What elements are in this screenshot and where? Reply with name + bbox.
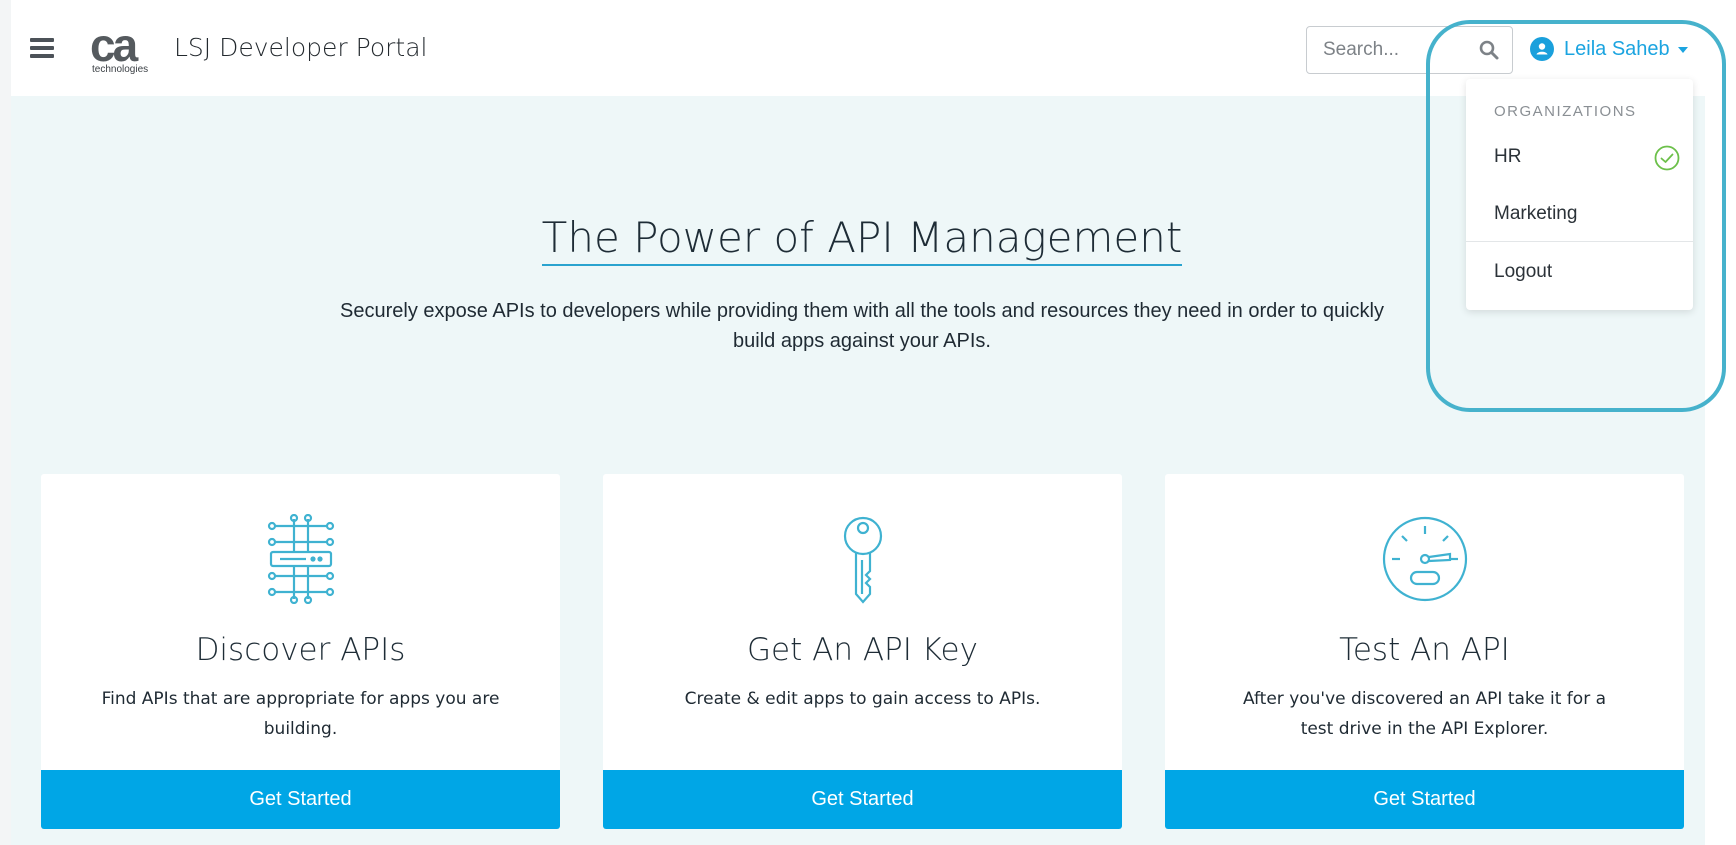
card-title: Get An API Key xyxy=(747,632,978,668)
ca-logo[interactable]: ca technologies xyxy=(90,19,152,76)
user-menu-toggle[interactable]: Leila Saheb xyxy=(1530,34,1688,64)
portal-title[interactable]: LSJ Developer Portal xyxy=(174,33,427,62)
search-icon[interactable] xyxy=(1478,39,1500,61)
org-item-hr[interactable]: HR xyxy=(1494,146,1521,168)
card-description: Find APIs that are appropriate for apps … xyxy=(101,689,500,739)
card-test-api: Test An API After you've discovered an A… xyxy=(1165,474,1684,829)
card-description: Create & edit apps to gain access to API… xyxy=(684,689,1041,709)
hero-title: The Power of API Management xyxy=(11,213,1713,266)
circuit-icon xyxy=(41,513,560,605)
dropdown-divider xyxy=(1466,241,1693,242)
chevron-down-icon xyxy=(1677,47,1688,53)
hamburger-menu-icon[interactable] xyxy=(30,38,54,60)
logout-link[interactable]: Logout xyxy=(1494,261,1552,283)
left-strip xyxy=(0,0,11,845)
hero-section: The Power of API Management Securely exp… xyxy=(11,96,1705,845)
logo-subtext: technologies xyxy=(92,64,149,75)
user-name: Leila Saheb xyxy=(1564,37,1670,60)
card-discover-apis: Discover APIs Find APIs that are appropr… xyxy=(41,474,560,829)
card-description: After you've discovered an API take it f… xyxy=(1242,689,1607,739)
search-input[interactable] xyxy=(1321,37,1465,63)
card-get-api-key: Get An API Key Create & edit apps to gai… xyxy=(603,474,1122,829)
get-started-button[interactable]: Get Started xyxy=(1165,770,1684,829)
get-started-button[interactable]: Get Started xyxy=(603,770,1122,829)
card-title: Discover APIs xyxy=(195,632,406,668)
search-box xyxy=(1306,26,1513,74)
check-circle-icon xyxy=(1654,145,1680,171)
card-title: Test An API xyxy=(1339,632,1510,668)
speedometer-icon xyxy=(1165,514,1684,604)
user-avatar-icon xyxy=(1530,37,1554,61)
org-item-marketing[interactable]: Marketing xyxy=(1494,203,1577,225)
user-dropdown-menu: ORGANIZATIONS HR Marketing Logout xyxy=(1466,79,1693,310)
get-started-button[interactable]: Get Started xyxy=(41,770,560,829)
key-icon xyxy=(603,514,1122,604)
hero-subtitle: Securely expose APIs to developers while… xyxy=(340,300,1384,352)
organizations-header: ORGANIZATIONS xyxy=(1494,103,1637,120)
